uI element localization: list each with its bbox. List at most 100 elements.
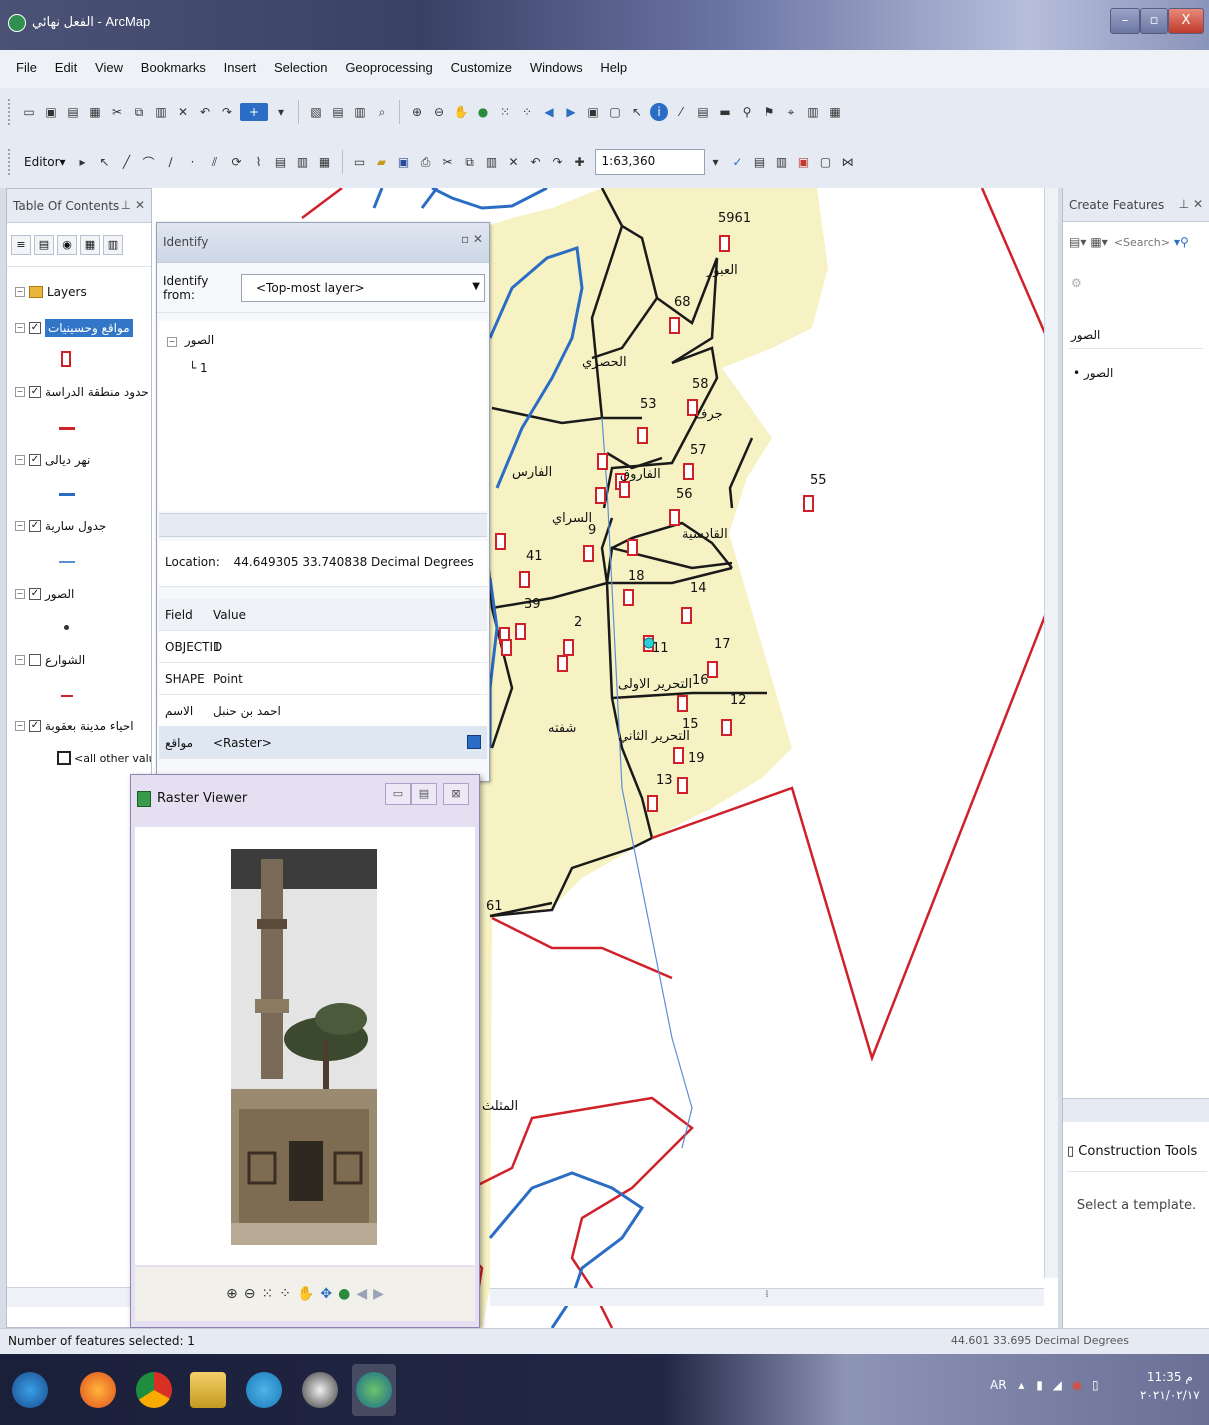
measure-icon[interactable]: ▬ <box>716 103 734 121</box>
reshape-icon[interactable]: ⌇ <box>250 153 268 171</box>
identify-from-dropdown[interactable]: <Top-most layer> ▼ <box>241 273 485 302</box>
find-icon[interactable]: ⚲ <box>738 103 756 121</box>
print-icon[interactable]: ▦ <box>86 103 104 121</box>
identify-close-icon[interactable]: ▫ ✕ <box>461 232 483 246</box>
taskbar-explorer[interactable] <box>186 1364 230 1416</box>
fixed-zoom-out-icon[interactable]: ⁘ <box>518 103 536 121</box>
toc-layer-3[interactable]: − ✓ جدول سارية <box>15 519 106 533</box>
toc-layer-0[interactable]: − ✓ مواقع وحسينيات <box>15 319 133 337</box>
select-elements-icon[interactable]: ↖ <box>628 103 646 121</box>
layer-visibility-checkbox[interactable]: ✓ <box>29 322 41 334</box>
maximize-button[interactable]: ▫ <box>1140 8 1168 34</box>
catalog2-icon[interactable]: ▥ <box>773 153 791 171</box>
site-marker[interactable] <box>495 533 506 550</box>
menu-help[interactable]: Help <box>600 60 627 75</box>
layer-visibility-checkbox[interactable]: ✓ <box>29 520 41 532</box>
create-features-icon[interactable]: ▦ <box>316 153 334 171</box>
copy2-icon[interactable]: ⧉ <box>461 153 479 171</box>
zoom-in-icon[interactable]: ⊕ <box>408 103 426 121</box>
site-marker[interactable] <box>595 487 606 504</box>
minimize-icon[interactable]: ▭ <box>385 783 411 805</box>
collapse-icon[interactable]: − <box>15 521 25 531</box>
collapse-icon[interactable]: − <box>15 287 25 297</box>
clock[interactable]: 11:35 م ٢٠٢١/٠٢/١٧ <box>1140 1368 1200 1404</box>
list-by-visibility-icon[interactable]: ◉ <box>57 234 77 255</box>
layer-name[interactable]: جدول سارية <box>45 519 106 533</box>
network-icon[interactable]: ▮ <box>1036 1378 1043 1392</box>
taskbar-media-player[interactable] <box>298 1364 342 1416</box>
redo-icon[interactable]: ↷ <box>218 103 236 121</box>
scale-dropdown-icon[interactable]: ▾ <box>707 153 725 171</box>
toc-layer-2[interactable]: − ✓ نهر ديالى <box>15 453 90 467</box>
toc-layer-5[interactable]: − الشوارع <box>15 653 85 667</box>
zoom-out-icon[interactable]: ⊖ <box>244 1286 256 1302</box>
layer-visibility-checkbox[interactable]: ✓ <box>29 720 41 732</box>
layers-root[interactable]: − Layers <box>15 285 87 299</box>
collapse-icon[interactable]: − <box>15 589 25 599</box>
template-item[interactable]: • الصور <box>1073 366 1113 380</box>
edit-tool-icon[interactable]: ▸ <box>74 153 92 171</box>
attribute-row[interactable]: SHAPE Point <box>159 663 487 695</box>
layer-visibility-checkbox[interactable]: ✓ <box>29 588 41 600</box>
battery-icon[interactable]: ▯ <box>1092 1378 1099 1392</box>
viewer-window-icon[interactable]: ▦ <box>826 103 844 121</box>
volume-icon[interactable]: ◉ <box>1072 1378 1082 1392</box>
point-icon[interactable]: · <box>184 153 202 171</box>
search-window-icon[interactable]: ⌕ <box>373 103 391 121</box>
globe-icon[interactable]: ● <box>338 1286 350 1302</box>
catalog-icon[interactable]: ▥ <box>351 103 369 121</box>
layer-name[interactable]: مواقع وحسينيات <box>45 319 133 337</box>
tray-arrow-icon[interactable]: ▴ <box>1018 1378 1024 1392</box>
edit-annotation-icon[interactable]: ↖ <box>96 153 114 171</box>
language-indicator[interactable]: AR <box>990 1378 1007 1392</box>
signal-icon[interactable]: ◢ <box>1053 1378 1062 1392</box>
restore-icon[interactable]: ▤ <box>411 783 437 805</box>
close-button[interactable]: X <box>1168 8 1204 34</box>
clear-selection-icon[interactable]: ▢ <box>606 103 624 121</box>
layer-visibility-checkbox[interactable]: ✓ <box>29 454 41 466</box>
menu-windows[interactable]: Windows <box>530 60 583 75</box>
template-search-input[interactable]: <Search> <box>1114 236 1170 249</box>
collapse-icon[interactable]: − <box>15 655 25 665</box>
time-slider-icon[interactable]: ▥ <box>804 103 822 121</box>
site-marker[interactable] <box>677 777 688 794</box>
collapse-icon[interactable]: − <box>15 721 25 731</box>
save-map-icon[interactable]: ▣ <box>395 153 413 171</box>
site-marker[interactable] <box>557 655 568 672</box>
collapse-icon[interactable]: − <box>15 387 25 397</box>
site-marker[interactable] <box>647 795 658 812</box>
endpoint-arc-icon[interactable]: ⌒ <box>140 153 158 171</box>
fixed-zoom-out-icon[interactable]: ⁘ <box>279 1286 291 1302</box>
menu-edit[interactable]: Edit <box>55 60 77 75</box>
toc-icon[interactable]: ▤ <box>329 103 347 121</box>
toolbar-grip[interactable] <box>8 99 14 125</box>
menu-bookmarks[interactable]: Bookmarks <box>141 60 206 75</box>
split-icon[interactable]: ⫽ <box>206 153 224 171</box>
open-icon[interactable]: ▣ <box>42 103 60 121</box>
dropdown-icon[interactable]: ▾ <box>272 103 290 121</box>
undo2-icon[interactable]: ↶ <box>527 153 545 171</box>
site-marker[interactable] <box>721 719 732 736</box>
site-marker[interactable] <box>681 607 692 624</box>
collapse-icon[interactable]: − <box>15 455 25 465</box>
layer-name[interactable]: الشوارع <box>45 653 85 667</box>
new-map-icon[interactable]: ▭ <box>351 153 369 171</box>
minimize-button[interactable]: – <box>1110 8 1140 34</box>
site-marker[interactable] <box>627 539 638 556</box>
search-go-icon[interactable]: ▾⚲ <box>1174 235 1189 249</box>
site-marker[interactable] <box>683 463 694 480</box>
select-features-icon[interactable]: ▣ <box>584 103 602 121</box>
layer-name[interactable]: الصور <box>45 587 74 601</box>
site-marker[interactable] <box>673 747 684 764</box>
html-popup-icon[interactable]: ▤ <box>694 103 712 121</box>
identify-splitter[interactable] <box>159 513 487 537</box>
collapse-icon[interactable]: − <box>15 323 25 333</box>
editor-menu-button[interactable]: Editor▾ <box>24 155 66 169</box>
copy-icon[interactable]: ⧉ <box>130 103 148 121</box>
attributes-icon[interactable]: ▤ <box>272 153 290 171</box>
toolbar-grip[interactable] <box>8 149 14 175</box>
site-marker[interactable] <box>563 639 574 656</box>
model-builder-icon[interactable]: ⋈ <box>839 153 857 171</box>
forward-icon[interactable]: ▶ <box>562 103 580 121</box>
open-map-icon[interactable]: ▰ <box>373 153 391 171</box>
